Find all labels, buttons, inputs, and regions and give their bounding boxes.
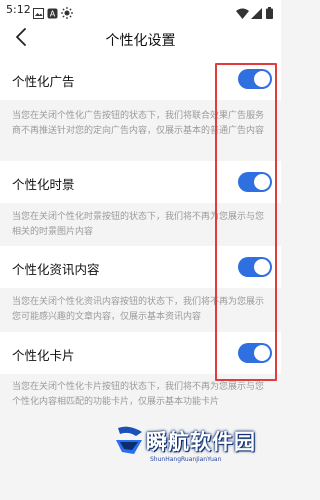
page-header: 个性化设置: [0, 20, 281, 58]
setting-label: 个性化时景: [12, 177, 75, 192]
watermark-subtitle: ShunHangRuanJianYuan: [150, 456, 222, 463]
setting-label: 个性化广告: [12, 74, 75, 89]
watermark-title: 瞬航软件园: [146, 430, 256, 454]
setting-description: 当您在关闭个性化卡片按钮的状态下，我们将不再为您展示与您个性化内容相匹配的功能卡…: [12, 382, 265, 407]
svg-text:A: A: [50, 10, 56, 19]
watermark-logo-icon: [112, 422, 148, 462]
setting-label: 个性化卡片: [12, 348, 75, 363]
status-time: 5:12: [6, 3, 31, 16]
status-bar: 5:12 A: [0, 0, 281, 20]
watermark: 瞬航软件园 ShunHangRuanJianYuan: [110, 420, 270, 478]
page-title: 个性化设置: [105, 33, 176, 49]
highlight-box: [215, 63, 277, 381]
setting-label: 个性化资讯内容: [12, 262, 100, 277]
